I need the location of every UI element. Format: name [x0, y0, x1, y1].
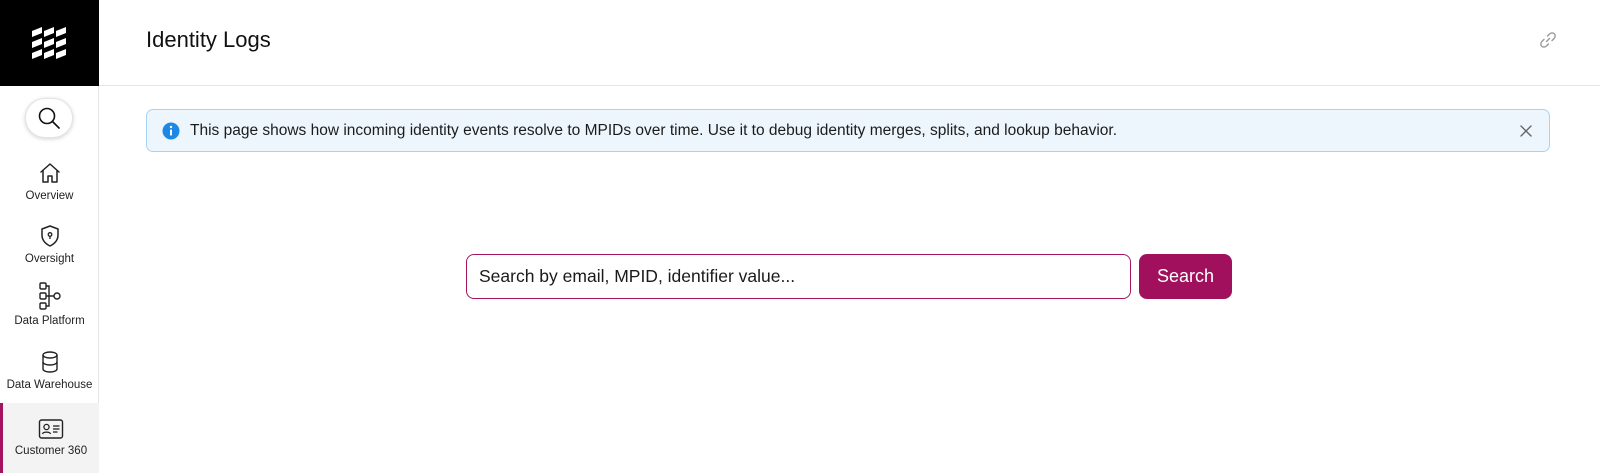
sidebar: Overview Oversight Data Platform Data Wa…	[0, 0, 99, 473]
copy-link-button[interactable]	[1538, 30, 1558, 50]
info-icon	[162, 122, 180, 139]
sidebar-item-label: Oversight	[24, 253, 75, 265]
sidebar-item-label: Data Warehouse	[6, 379, 93, 391]
id-card-icon	[38, 419, 64, 439]
close-icon	[1520, 125, 1532, 137]
sidebar-item-oversight[interactable]: Oversight	[0, 220, 99, 282]
data-platform-icon	[38, 282, 61, 310]
banner-close-button[interactable]	[1517, 122, 1535, 140]
shield-icon	[40, 225, 59, 247]
database-icon	[41, 351, 58, 373]
app-root: Overview Oversight Data Platform Data Wa…	[0, 0, 1600, 473]
home-icon	[39, 163, 60, 183]
search-input[interactable]	[466, 254, 1131, 299]
banner-text: This page shows how incoming identity ev…	[190, 121, 1118, 139]
logo-icon	[31, 27, 66, 59]
link-icon	[1540, 32, 1556, 48]
sidebar-search-button[interactable]	[25, 98, 73, 138]
sidebar-item-label: Customer 360	[14, 445, 88, 457]
page-header: Identity Logs	[99, 0, 1600, 86]
sidebar-item-data-platform[interactable]: Data Platform	[0, 282, 99, 344]
sidebar-item-customer-360[interactable]: Customer 360	[0, 403, 99, 473]
sidebar-item-overview[interactable]: Overview	[0, 157, 99, 219]
sidebar-item-label: Data Platform	[14, 315, 85, 327]
sidebar-item-label: Overview	[25, 190, 74, 202]
brand-logo[interactable]	[0, 0, 99, 86]
sidebar-item-data-warehouse[interactable]: Data Warehouse	[0, 346, 99, 408]
page-title: Identity Logs	[146, 27, 271, 52]
search-icon	[38, 107, 60, 129]
search-button[interactable]: Search	[1139, 254, 1232, 299]
info-banner: This page shows how incoming identity ev…	[146, 109, 1550, 152]
